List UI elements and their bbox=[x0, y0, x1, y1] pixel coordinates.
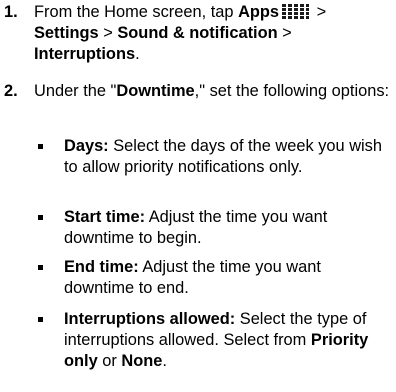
option-label: Interruptions allowed: bbox=[64, 310, 236, 328]
step-text: Under the "Downtime," set the following … bbox=[34, 82, 390, 100]
bullet-marker bbox=[38, 144, 43, 149]
step-2: 2. Under the "Downtime," set the followi… bbox=[4, 81, 394, 102]
apps-label: Apps bbox=[238, 3, 280, 21]
option-label: End time: bbox=[64, 258, 139, 276]
list-item: Interruptions allowed: Select the type o… bbox=[34, 309, 394, 372]
bullet-marker bbox=[38, 265, 43, 270]
apps-grid-icon bbox=[282, 4, 310, 19]
option-label: Start time: bbox=[64, 208, 146, 226]
list-item: Days: Select the days of the week you wi… bbox=[34, 136, 394, 178]
downtime-label: Downtime bbox=[116, 82, 195, 100]
bullet-marker bbox=[38, 317, 43, 322]
interruptions-label: Interruptions bbox=[34, 45, 136, 63]
step-number: 1. bbox=[4, 3, 18, 21]
option-label: Days: bbox=[64, 137, 109, 155]
list-item: Start time: Adjust the time you want dow… bbox=[34, 207, 394, 249]
list-item: End time: Adjust the time you want downt… bbox=[34, 257, 394, 299]
settings-label: Settings bbox=[34, 24, 99, 42]
step-text: From the Home screen, tap Apps > Setting… bbox=[34, 3, 327, 63]
step-1: 1. From the Home screen, tap Apps > Sett… bbox=[4, 2, 394, 65]
sound-notification-label: Sound & notification bbox=[117, 24, 278, 42]
step-number: 2. bbox=[4, 82, 18, 100]
bullet-marker bbox=[38, 215, 43, 220]
option-none: None bbox=[121, 352, 163, 370]
